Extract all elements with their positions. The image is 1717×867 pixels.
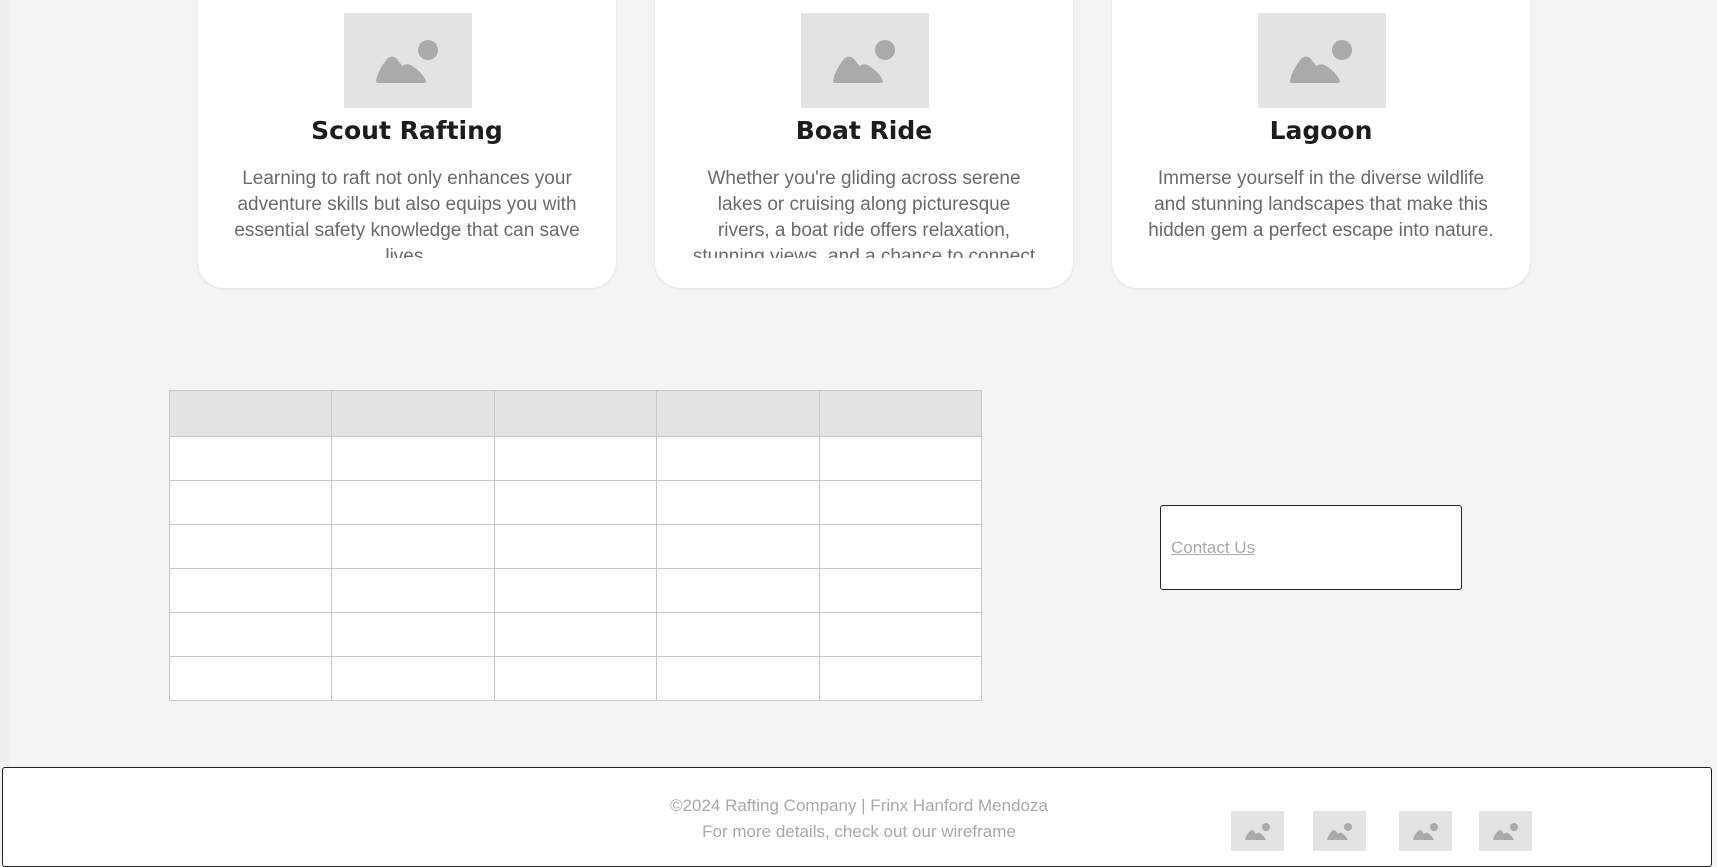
table-row	[168, 612, 983, 657]
image-placeholder-glyph	[1290, 40, 1352, 83]
table-header-cell	[168, 390, 333, 437]
table-cell	[168, 656, 333, 701]
table-cell	[168, 480, 333, 525]
table-cell	[656, 656, 820, 701]
image-placeholder-icon	[1258, 13, 1386, 108]
image-placeholder-icon	[1493, 823, 1518, 840]
table-cell	[168, 612, 333, 657]
image-placeholder-glyph	[833, 40, 895, 83]
table-cell	[818, 480, 983, 525]
card-description: Learning to raft not only enhances your …	[234, 168, 580, 258]
table-row	[168, 480, 983, 525]
table-cell	[331, 480, 495, 525]
table-cell	[656, 612, 820, 657]
contact-box: Contact Us	[1160, 505, 1462, 590]
table-cell	[818, 612, 983, 657]
table-cell	[656, 480, 820, 525]
table-cell	[818, 656, 983, 701]
image-placeholder-icon	[1327, 823, 1352, 840]
table-cell	[656, 524, 820, 569]
image-placeholder-icon	[344, 13, 472, 108]
footer-social-icon-1[interactable]	[1231, 811, 1284, 851]
table-cell	[168, 436, 333, 481]
table-cell	[818, 436, 983, 481]
image-placeholder-icon	[801, 13, 929, 108]
table-cell	[331, 524, 495, 569]
contact-us-link[interactable]: Contact Us	[1171, 538, 1255, 558]
table-cell	[331, 568, 495, 613]
table-cell	[331, 656, 495, 701]
card-title: Lagoon	[1269, 116, 1373, 145]
card-title: Scout Rafting	[311, 116, 503, 145]
activity-card-boat-ride[interactable]: Boat Ride Whether you're gliding across …	[655, 0, 1073, 288]
table-cell	[493, 436, 658, 481]
table-cell	[818, 568, 983, 613]
table-cell	[493, 656, 658, 701]
table-cell	[168, 568, 333, 613]
table-header-cell	[493, 390, 658, 437]
footer-details: For more details, check out our wirefram…	[702, 822, 1016, 841]
page-edge-strip	[0, 0, 9, 856]
activity-card-lagoon[interactable]: Lagoon Immerse yourself in the diverse w…	[1112, 0, 1530, 288]
table-header-row	[168, 390, 983, 437]
footer-social-icon-2[interactable]	[1313, 811, 1366, 851]
table-cell	[331, 436, 495, 481]
footer-copyright: ©2024 Rafting Company | Frinx Hanford Me…	[670, 796, 1048, 815]
image-placeholder-icon	[1413, 823, 1438, 840]
table-cell	[493, 568, 658, 613]
card-title: Boat Ride	[795, 116, 933, 145]
activity-card-scout-rafting[interactable]: Scout Rafting Learning to raft not only …	[198, 0, 616, 288]
image-placeholder-icon	[1245, 823, 1270, 840]
table-row	[168, 656, 983, 701]
table-cell	[818, 524, 983, 569]
table-cell	[493, 612, 658, 657]
table-row	[168, 568, 983, 613]
table-cell	[656, 436, 820, 481]
table-row	[168, 436, 983, 481]
image-placeholder-glyph	[376, 40, 438, 83]
table-cell	[493, 480, 658, 525]
footer: ©2024 Rafting Company | Frinx Hanford Me…	[2, 767, 1712, 867]
card-description: Whether you're gliding across serene lak…	[692, 168, 1036, 258]
table-row	[168, 524, 983, 569]
table-cell	[493, 524, 658, 569]
table-header-cell	[818, 390, 983, 437]
card-description: Immerse yourself in the diverse wildlife…	[1148, 168, 1494, 241]
table-header-cell	[331, 390, 495, 437]
footer-social-icon-4[interactable]	[1479, 811, 1532, 851]
table-cell	[656, 568, 820, 613]
table-cell	[331, 612, 495, 657]
table-cell	[168, 524, 333, 569]
footer-social-icon-3[interactable]	[1399, 811, 1452, 851]
table-header-cell	[656, 390, 820, 437]
schedule-table	[168, 390, 983, 701]
